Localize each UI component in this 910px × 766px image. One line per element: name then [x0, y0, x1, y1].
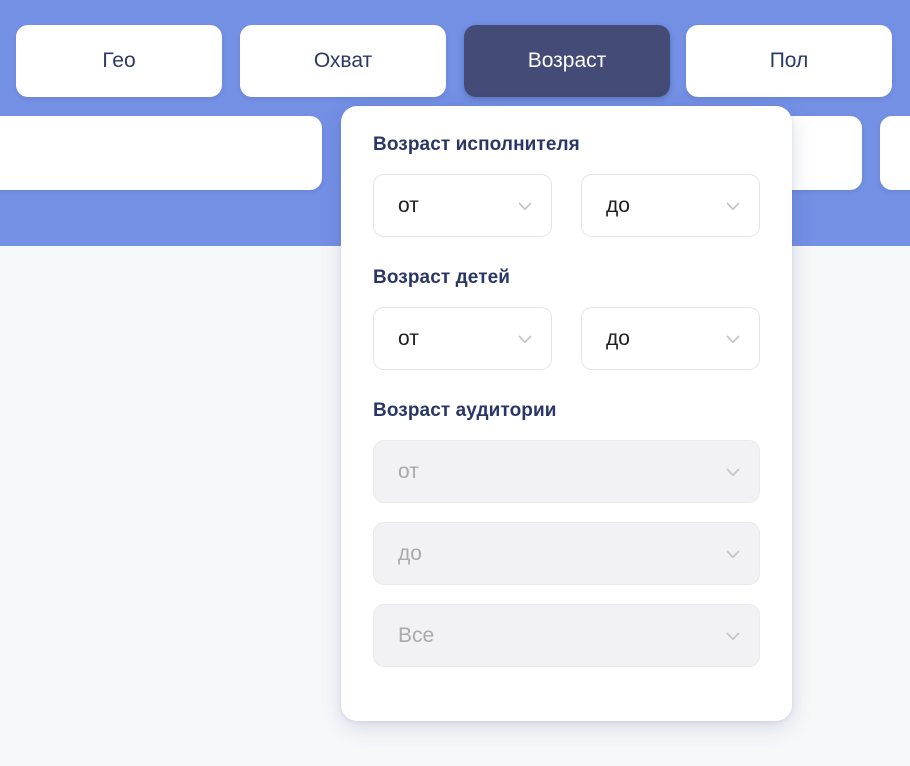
group-children-age-title: Возраст детей	[373, 267, 511, 288]
group-children-age-fields: от до	[373, 307, 760, 370]
audience-age-to-value: до	[398, 541, 422, 565]
tab-age[interactable]: Возраст	[464, 25, 670, 97]
children-age-to-value: до	[606, 326, 630, 350]
audience-age-to-select: до	[373, 522, 760, 585]
chevron-down-icon	[515, 196, 535, 216]
chevron-down-icon	[723, 626, 743, 646]
group-performer-age-fields: от до	[373, 174, 760, 237]
filter-tab-row: Гео Охват Возраст Пол	[0, 25, 910, 97]
audience-age-all-value: Все	[398, 623, 435, 647]
group-audience-age: Возраст аудитории от до Все	[373, 400, 760, 667]
group-performer-age: Возраст исполнителя от до	[373, 134, 760, 237]
group-audience-age-title: Возраст аудитории	[373, 400, 557, 421]
filter-card-left[interactable]	[0, 116, 322, 190]
audience-age-from-value: от	[398, 459, 419, 483]
tab-geo[interactable]: Гео	[16, 25, 222, 97]
chevron-down-icon	[723, 544, 743, 564]
children-age-from-select[interactable]: от	[373, 307, 552, 370]
chevron-down-icon	[723, 329, 743, 349]
group-children-age: Возраст детей от до	[373, 267, 760, 370]
audience-age-all-select: Все	[373, 604, 760, 667]
age-filter-dropdown-panel: Возраст исполнителя от до Возраст детей …	[341, 106, 792, 721]
group-performer-age-title: Возраст исполнителя	[373, 134, 580, 155]
children-age-from-value: от	[398, 326, 419, 350]
performer-age-from-select[interactable]: от	[373, 174, 552, 237]
tab-gender[interactable]: Пол	[686, 25, 892, 97]
chevron-down-icon	[723, 462, 743, 482]
performer-age-from-value: от	[398, 193, 419, 217]
performer-age-to-select[interactable]: до	[581, 174, 760, 237]
chevron-down-icon	[515, 329, 535, 349]
filter-card-right[interactable]	[880, 116, 910, 190]
tab-reach[interactable]: Охват	[240, 25, 446, 97]
children-age-to-select[interactable]: до	[581, 307, 760, 370]
performer-age-to-value: до	[606, 193, 630, 217]
audience-age-from-select: от	[373, 440, 760, 503]
chevron-down-icon	[723, 196, 743, 216]
group-audience-age-fields: от до Все	[373, 440, 760, 667]
